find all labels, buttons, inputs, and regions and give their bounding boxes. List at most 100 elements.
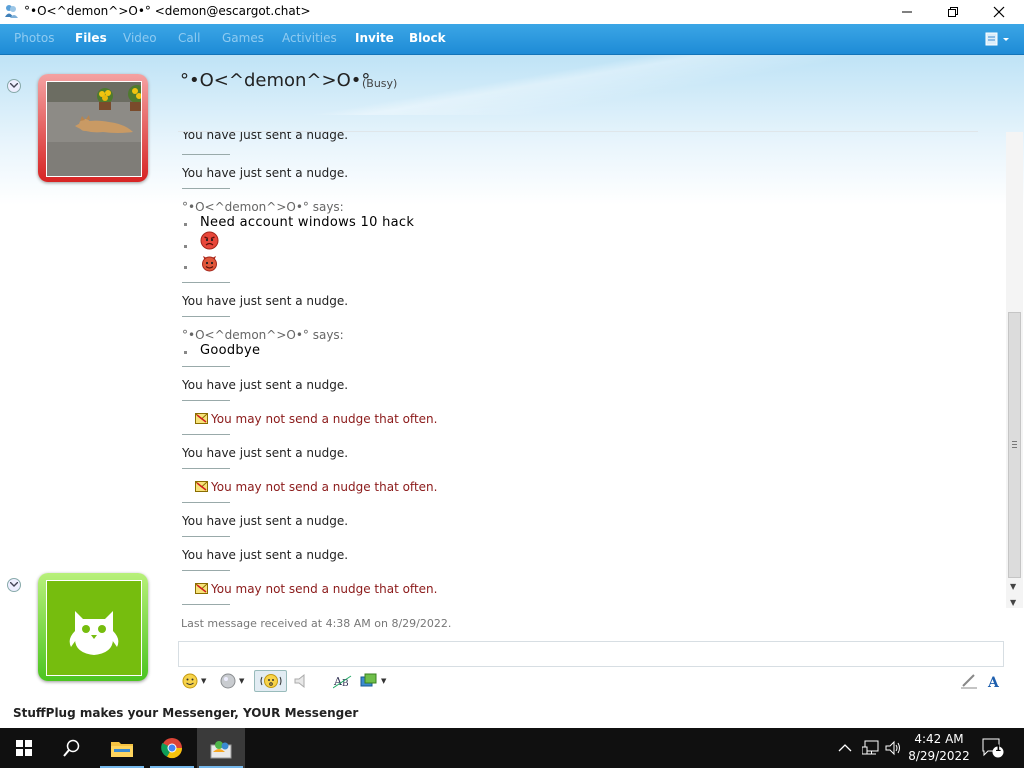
dropdown-arrow-icon: ▼: [201, 677, 207, 685]
clock-date: 8/29/2022: [908, 749, 970, 763]
close-button[interactable]: [976, 0, 1022, 24]
bullet: [184, 351, 187, 354]
menu-call[interactable]: Call: [178, 31, 200, 45]
menu-video[interactable]: Video: [123, 31, 157, 45]
folder-icon: [111, 742, 133, 757]
scroll-down-arrow-2[interactable]: ▼: [1010, 598, 1016, 607]
wink-icon: [220, 673, 236, 689]
message-separator: [182, 570, 230, 571]
sender-line: °•O<^demon^>O•° says:: [182, 200, 344, 214]
cat-photo: [47, 82, 141, 176]
contact-avatar-frame[interactable]: [38, 74, 148, 182]
bullet: [184, 266, 187, 269]
devil-emoticon: [202, 256, 217, 272]
message-separator: [182, 400, 230, 401]
menu-files[interactable]: Files: [75, 31, 107, 45]
action-center-button[interactable]: 1: [982, 738, 1004, 758]
text-format-button[interactable]: A: [986, 670, 1002, 692]
volume-button[interactable]: [885, 728, 903, 768]
title-bar: °•O<^demon^>O•° <demon@escargot.chat>: [0, 0, 1024, 24]
clock-time: 4:42 AM: [914, 732, 964, 746]
taskbar: 4:42 AM 8/29/2022 1: [0, 728, 1024, 768]
start-button[interactable]: [0, 728, 48, 768]
chrome-button[interactable]: [148, 728, 196, 768]
message-separator: [182, 468, 230, 469]
angry-face-emoticon: [200, 231, 219, 250]
menu-photos[interactable]: Photos: [14, 31, 54, 45]
promo-text: StuffPlug makes your Messenger, YOUR Mes…: [13, 706, 359, 720]
font-icon: AB: [333, 675, 352, 689]
windows-icon: [16, 740, 32, 756]
menu-games[interactable]: Games: [222, 31, 264, 45]
collapse-contact-button[interactable]: [7, 79, 21, 93]
clock[interactable]: 4:42 AM 8/29/2022: [908, 731, 970, 765]
chevron-down-icon: [10, 83, 18, 88]
message-separator: [182, 188, 230, 189]
message-separator: [182, 316, 230, 317]
warning-message: You may not send a nudge that often.: [211, 582, 438, 596]
grip-line: [1012, 444, 1017, 445]
background-button[interactable]: ▼: [360, 670, 386, 692]
message-input[interactable]: [178, 641, 1004, 667]
owl-icon: [69, 611, 119, 655]
nudge-warning-icon: [195, 583, 208, 594]
message-separator: [182, 154, 230, 155]
window-title: °•O<^demon^>O•° <demon@escargot.chat>: [24, 4, 311, 18]
contact-avatar: [46, 81, 142, 177]
file-explorer-button[interactable]: [98, 728, 146, 768]
font-button[interactable]: AB: [333, 670, 353, 692]
text-format-icon: A: [987, 675, 1000, 689]
message-separator: [182, 282, 230, 283]
bullet: [184, 245, 187, 248]
network-icon: [862, 740, 879, 755]
system-message: You have just sent a nudge.: [182, 166, 349, 180]
input-toolbar: ▼ ▼ AB ▼ A: [178, 668, 1008, 696]
message-separator: [182, 502, 230, 503]
menu-activities[interactable]: Activities: [282, 31, 337, 45]
scrollbar-thumb[interactable]: [1008, 312, 1021, 578]
search-icon: [63, 739, 80, 757]
emoticon-icon: [182, 673, 198, 689]
messenger-taskbar-button[interactable]: [197, 728, 245, 768]
scroll-down-arrow[interactable]: ▼: [1010, 582, 1016, 591]
menu-block[interactable]: Block: [409, 31, 446, 45]
volume-icon: [885, 740, 900, 756]
menu-invite[interactable]: Invite: [355, 31, 394, 45]
voice-clip-button[interactable]: [292, 670, 310, 692]
wink-button[interactable]: ▼: [220, 670, 244, 692]
grip-line: [1012, 447, 1017, 448]
minimize-button[interactable]: [884, 0, 930, 24]
maximize-button[interactable]: [930, 0, 976, 24]
message-separator: [182, 366, 230, 367]
messenger-icon: [5, 5, 18, 18]
system-message: You have just sent a nudge.: [182, 294, 349, 308]
nudge-button[interactable]: [254, 670, 287, 692]
message-separator: [182, 536, 230, 537]
minimize-icon: [902, 11, 912, 13]
voice-clip-icon: [294, 673, 305, 689]
svg-text:A: A: [987, 675, 1000, 689]
network-button[interactable]: [862, 728, 880, 768]
show-menu-icon: [985, 32, 1009, 46]
close-icon: [993, 6, 1005, 18]
warning-message: You may not send a nudge that often.: [211, 480, 438, 494]
emoticon-button[interactable]: ▼: [182, 670, 206, 692]
chat-message: Need account windows 10 hack: [200, 215, 415, 230]
message-separator: [182, 434, 230, 435]
dropdown-arrow-icon: ▼: [381, 677, 387, 685]
grip-line: [1012, 441, 1017, 442]
messenger-icon: [210, 741, 232, 759]
handwriting-button[interactable]: [960, 670, 978, 692]
nudge-icon: [260, 674, 281, 688]
menu-options-button[interactable]: [984, 30, 1012, 48]
system-message: You have just sent a nudge.: [182, 132, 349, 142]
search-button[interactable]: [48, 728, 96, 768]
system-message: You have just sent a nudge.: [182, 446, 349, 460]
conversation-history: You have just sent a nudge. You have jus…: [178, 132, 1004, 608]
nudge-warning-icon: [195, 481, 208, 492]
warning-message: You may not send a nudge that often.: [211, 412, 438, 426]
contact-status: (Busy): [362, 77, 398, 90]
show-hidden-icons-button[interactable]: [838, 728, 852, 768]
own-avatar-frame[interactable]: [38, 573, 148, 681]
collapse-own-button[interactable]: [7, 578, 21, 592]
